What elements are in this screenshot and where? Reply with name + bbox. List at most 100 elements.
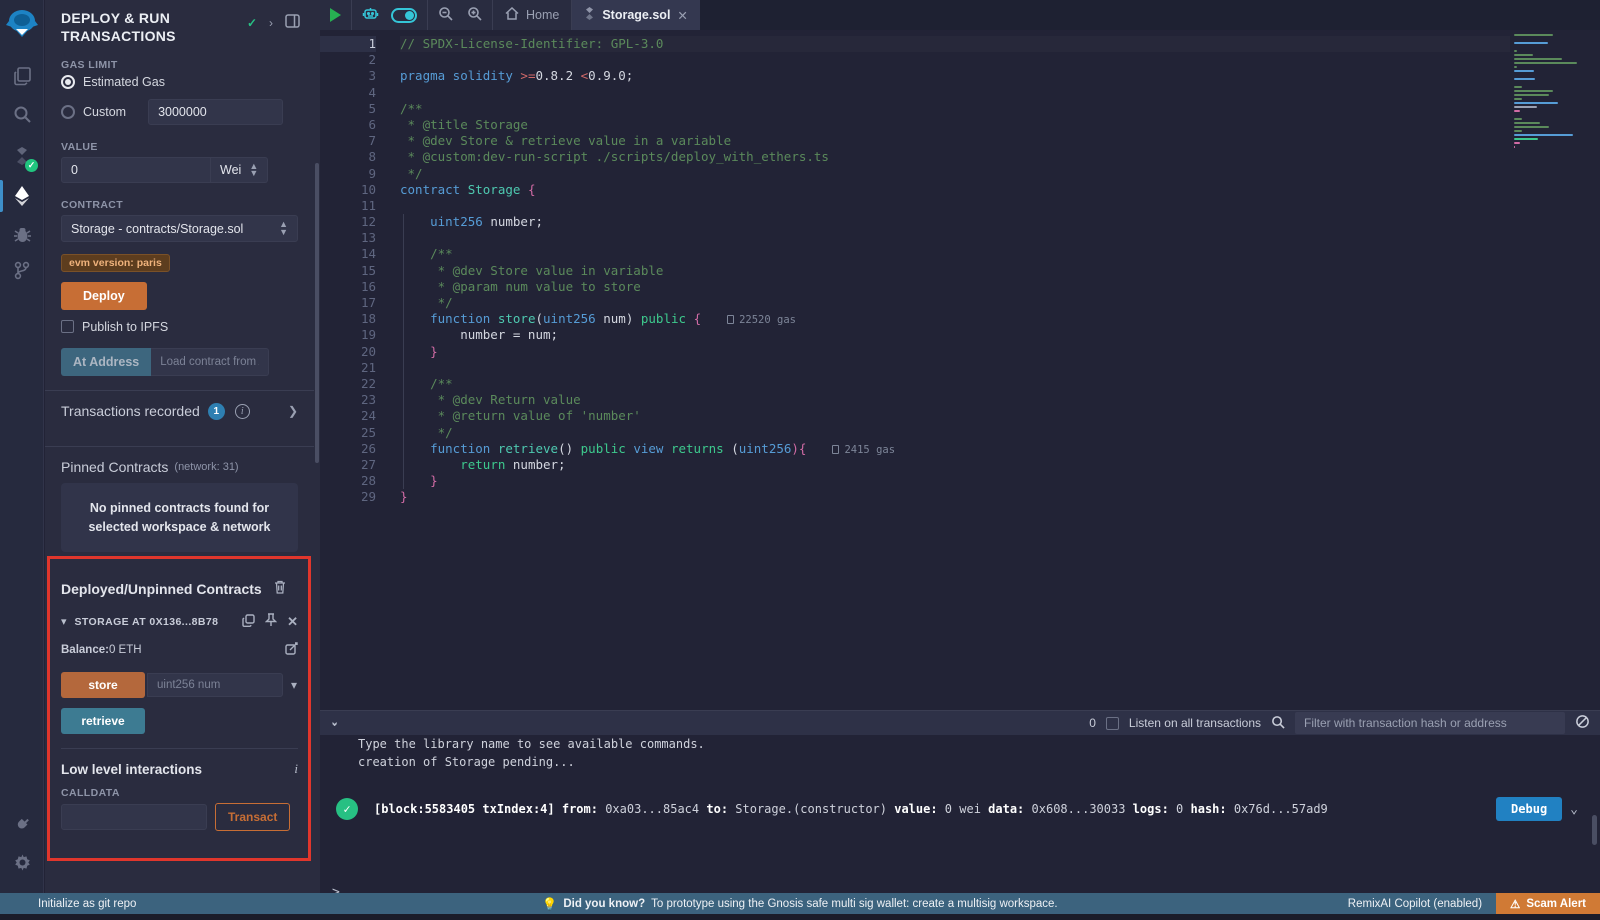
debugger-icon[interactable]: [0, 216, 44, 252]
git-init-status[interactable]: Initialize as git repo: [38, 898, 136, 910]
estimated-gas-radio[interactable]: Estimated Gas: [61, 75, 298, 89]
info-icon[interactable]: i: [294, 761, 298, 777]
balance-label: Balance:: [61, 644, 109, 656]
code-line: function retrieve() public view returns …: [400, 441, 1510, 457]
listen-count: 0: [1089, 716, 1096, 730]
terminal-filter-input[interactable]: [1295, 712, 1565, 734]
trash-icon[interactable]: [274, 580, 286, 597]
gas-limit-label: GAS LIMIT: [61, 59, 298, 71]
gas-pump-icon: [727, 315, 734, 324]
transactions-recorded-row[interactable]: Transactions recorded 1 i ❯: [45, 391, 314, 432]
code-line: * @custom:dev-run-script ./scripts/deplo…: [400, 149, 1510, 165]
copilot-status[interactable]: RemixAI Copilot (enabled): [1348, 898, 1482, 910]
close-tab-icon[interactable]: ✕: [677, 8, 687, 23]
code-line: [400, 230, 1510, 246]
value-input[interactable]: [61, 157, 211, 183]
remix-logo[interactable]: [5, 8, 39, 40]
git-icon[interactable]: [0, 252, 44, 288]
info-icon[interactable]: i: [235, 404, 250, 419]
custom-gas-radio[interactable]: Custom: [61, 99, 298, 125]
gas-pump-icon: [832, 445, 839, 454]
collapse-terminal-icon[interactable]: ⌄⌄: [330, 721, 337, 725]
store-arg-input[interactable]: [147, 673, 283, 697]
code-line: // SPDX-License-Identifier: GPL-3.0: [400, 36, 1510, 52]
home-tab-label: Home: [526, 8, 559, 22]
pin-icon[interactable]: [265, 613, 277, 630]
deploy-button[interactable]: Deploy: [61, 282, 147, 310]
value-unit-select[interactable]: Wei ▲▼: [211, 157, 268, 183]
code-line: */: [400, 166, 1510, 182]
calldata-label: CALLDATA: [61, 787, 298, 799]
solidity-compiler-icon[interactable]: ✓: [0, 138, 44, 174]
status-bar: Initialize as git repo 💡 Did you know? T…: [0, 893, 1600, 914]
clear-filter-icon[interactable]: [1575, 714, 1590, 732]
copilot-toggle[interactable]: [391, 8, 417, 23]
publish-ipfs-row[interactable]: Publish to IPFS: [61, 320, 298, 334]
code-line: */: [400, 425, 1510, 441]
search-icon[interactable]: [0, 96, 44, 132]
code-line: contract Storage {: [400, 182, 1510, 198]
expand-log-icon[interactable]: ⌄: [1570, 802, 1578, 817]
code-line: [400, 360, 1510, 376]
value-label: VALUE: [61, 141, 298, 153]
remixai-robot-icon[interactable]: [362, 6, 379, 25]
forward-arrow-icon[interactable]: ›: [269, 16, 273, 30]
terminal-line: creation of Storage pending...: [320, 753, 1600, 771]
edit-icon[interactable]: [285, 642, 298, 658]
code-line: uint256 number;: [400, 214, 1510, 230]
code-line: number = num;: [400, 327, 1510, 343]
tab-storage-sol[interactable]: Storage.sol ✕: [572, 0, 700, 30]
calldata-input[interactable]: [61, 804, 207, 830]
custom-gas-label: Custom: [83, 105, 126, 119]
code-line: /**: [400, 101, 1510, 117]
zoom-in-icon[interactable]: [467, 6, 482, 24]
run-script-group[interactable]: [320, 0, 352, 30]
publish-ipfs-label: Publish to IPFS: [82, 320, 168, 334]
code-editor[interactable]: 1234567891011121314151617181920212223242…: [320, 30, 1600, 710]
chevron-down-icon[interactable]: ▾: [61, 615, 67, 628]
file-explorer-icon[interactable]: [0, 58, 44, 94]
transaction-log-row[interactable]: ✓ [block:5583405 txIndex:4] from: 0xa03.…: [320, 797, 1600, 821]
code-lines: // SPDX-License-Identifier: GPL-3.0pragm…: [400, 36, 1510, 505]
terminal[interactable]: Type the library name to see available c…: [320, 735, 1600, 893]
code-line: * @title Storage: [400, 117, 1510, 133]
expand-args-icon[interactable]: ▾: [291, 678, 297, 692]
gutter: 1234567891011121314151617181920212223242…: [320, 36, 376, 505]
retrieve-function-button[interactable]: retrieve: [61, 708, 145, 734]
at-address-input[interactable]: [151, 348, 269, 376]
debug-button[interactable]: Debug: [1496, 797, 1562, 821]
pin-panel-icon[interactable]: [285, 14, 300, 31]
terminal-scrollbar[interactable]: [1592, 815, 1597, 845]
close-contract-icon[interactable]: ✕: [287, 614, 298, 630]
deploy-run-icon[interactable]: [0, 178, 44, 214]
plugin-manager-icon[interactable]: [0, 806, 44, 842]
listen-checkbox[interactable]: [1106, 717, 1119, 730]
zoom-out-icon[interactable]: [438, 6, 453, 24]
radio-selected: [61, 75, 75, 89]
gas-estimate-label: 2415 gas: [832, 444, 895, 456]
chevron-right-icon[interactable]: ❯: [288, 404, 298, 418]
listen-label: Listen on all transactions: [1129, 716, 1261, 730]
warning-icon: ⚠: [1510, 897, 1520, 911]
store-function-button[interactable]: store: [61, 672, 145, 698]
settings-icon[interactable]: [0, 844, 44, 880]
code-line: * @return value of 'number': [400, 408, 1510, 424]
publish-ipfs-checkbox[interactable]: [61, 320, 74, 333]
at-address-button[interactable]: At Address: [61, 348, 151, 376]
transact-button[interactable]: Transact: [215, 803, 290, 831]
scam-alert-button[interactable]: ⚠ Scam Alert: [1496, 893, 1600, 914]
copy-icon[interactable]: [242, 614, 255, 630]
solidity-file-icon: [584, 7, 595, 23]
custom-gas-input[interactable]: [148, 99, 283, 125]
evm-version-badge: evm version: paris: [61, 254, 170, 272]
contract-select[interactable]: Storage - contracts/Storage.sol ▲▼: [61, 215, 298, 241]
estimated-gas-label: Estimated Gas: [83, 75, 165, 89]
footer-strip: [0, 914, 1600, 920]
contract-selected-label: Storage - contracts/Storage.sol: [71, 222, 243, 236]
pinned-empty-message: No pinned contracts found for selected w…: [61, 483, 298, 553]
tab-home[interactable]: Home: [493, 0, 572, 30]
run-script-icon[interactable]: [330, 8, 341, 22]
pinned-contracts-title: Pinned Contracts: [61, 459, 168, 475]
code-line: return number;: [400, 457, 1510, 473]
minimap[interactable]: [1514, 34, 1586, 150]
